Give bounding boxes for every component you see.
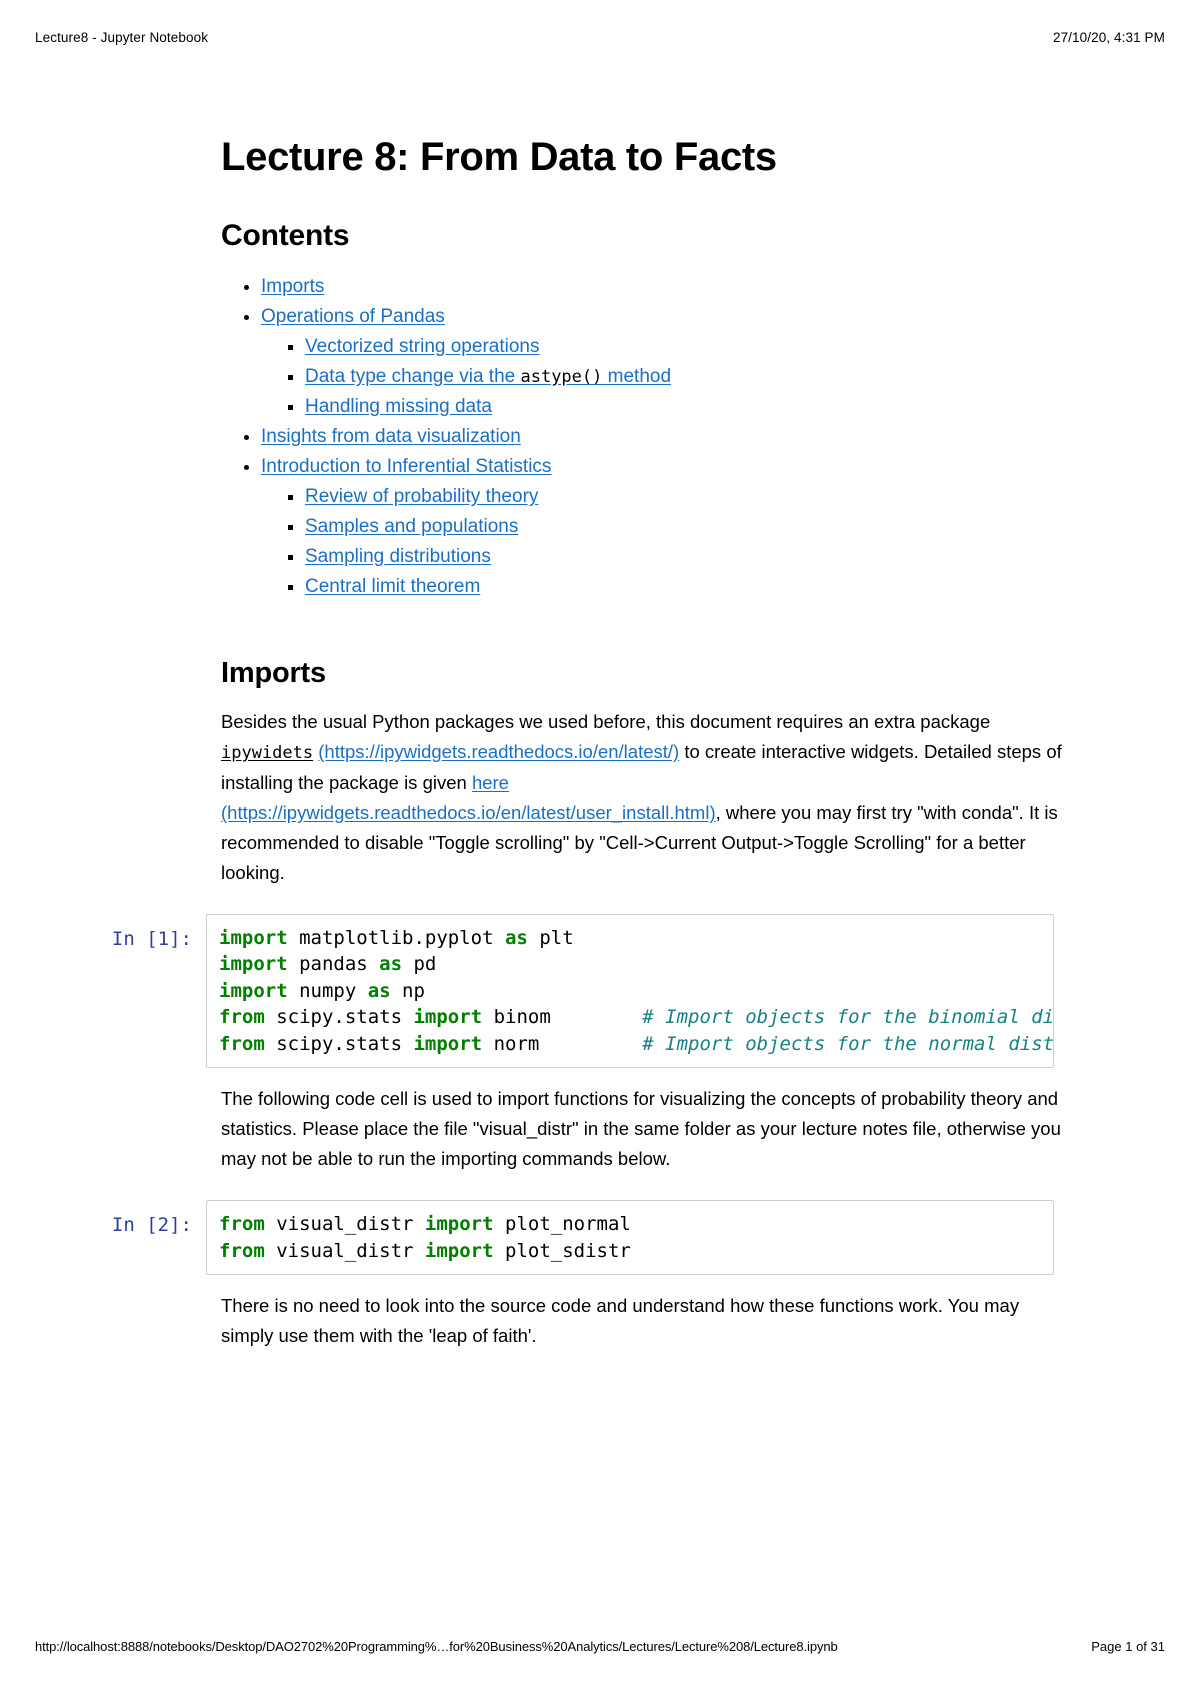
toc-sublist: Review of probability theory Samples and …: [261, 482, 1069, 602]
code-source[interactable]: import matplotlib.pyplot as plt import p…: [219, 925, 1053, 1058]
code-keyword: import: [413, 1032, 483, 1055]
code-text: plot_normal: [493, 1213, 631, 1236]
input-prompt: In [1]:: [111, 927, 192, 950]
contents-heading: Contents: [221, 219, 350, 252]
code-text: plot_sdistr: [493, 1239, 631, 1262]
toc-item: Vectorized string operations: [305, 332, 1069, 362]
toc-link[interactable]: Sampling distributions: [305, 546, 491, 567]
code-keyword: import: [413, 1006, 483, 1029]
code-cell[interactable]: In [2]: from visual_distr import plot_no…: [0, 1200, 1200, 1276]
code-keyword: import: [219, 926, 288, 949]
here-link-url[interactable]: (https://ipywidgets.readthedocs.io/en/la…: [221, 802, 716, 823]
code-cell[interactable]: In [1]: import matplotlib.pyplot as plt …: [0, 913, 1200, 1069]
toc-item: Review of probability theory: [305, 482, 1069, 512]
code-keyword: as: [504, 926, 528, 949]
code-text: scipy.stats: [264, 1032, 414, 1055]
toc-item: Insights from data visualization: [261, 422, 1069, 452]
code-text: norm: [482, 1032, 643, 1055]
code-keyword: from: [219, 1213, 265, 1236]
toc-link[interactable]: Operations of Pandas: [261, 306, 445, 327]
toc-link[interactable]: Review of probability theory: [305, 486, 538, 507]
header-timestamp: 27/10/20, 4:31 PM: [1052, 30, 1165, 45]
toc-item: Central limit theorem: [305, 572, 1069, 602]
toc-label-suffix: method: [602, 366, 672, 387]
code-text: pd: [402, 953, 437, 976]
code-comment: # Import objects for the binomial distri…: [642, 1006, 1053, 1029]
toc-sublist: Vectorized string operations Data type ch…: [261, 332, 1069, 422]
toc-link[interactable]: Insights from data visualization: [261, 426, 521, 447]
code-keyword: as: [367, 979, 391, 1002]
code-text: visual_distr: [264, 1239, 425, 1262]
code-keyword: from: [219, 1032, 265, 1055]
toc-item: Data type change via the astype() method: [305, 362, 1069, 392]
toc-item: Samples and populations: [305, 512, 1069, 542]
toc-item: Imports: [261, 272, 1069, 302]
imports-intro-paragraph: Besides the usual Python packages we use…: [221, 707, 1069, 888]
toc-link[interactable]: Imports: [261, 276, 324, 297]
code-text: plt: [527, 926, 574, 949]
visual-distr-paragraph: The following code cell is used to impor…: [221, 1088, 1061, 1170]
page-footer: http://localhost:8888/notebooks/Desktop/…: [35, 1639, 1165, 1654]
code-keyword: import: [219, 953, 288, 976]
code-text: np: [390, 979, 425, 1002]
toc-item: Handling missing data: [305, 392, 1069, 422]
code-text: binom: [482, 1006, 643, 1029]
inline-code-ipywidets: ipywidets: [221, 742, 314, 763]
code-editor[interactable]: import matplotlib.pyplot as plt import p…: [206, 913, 1054, 1069]
toc-inline-code: astype(): [520, 367, 603, 387]
toc-item: Operations of Pandas Vectorized string op…: [261, 302, 1069, 422]
code-keyword: import: [424, 1213, 494, 1236]
toc-item: Sampling distributions: [305, 542, 1069, 572]
paragraph-text-1: Besides the usual Python packages we use…: [221, 710, 991, 732]
toc-item: Introduction to Inferential Statistics Re…: [261, 452, 1069, 602]
toc-link[interactable]: Vectorized string operations: [305, 336, 539, 357]
code-text: visual_distr: [264, 1213, 425, 1236]
code-source[interactable]: from visual_distr import plot_normal fro…: [219, 1211, 1053, 1264]
leap-of-faith-paragraph: There is no need to look into the source…: [221, 1295, 1020, 1347]
imports-heading: Imports: [221, 657, 326, 689]
ipywidgets-docs-link[interactable]: (https://ipywidgets.readthedocs.io/en/la…: [318, 741, 679, 762]
toc-link[interactable]: Handling missing data: [305, 396, 492, 417]
input-prompt: In [2]:: [111, 1214, 192, 1237]
code-text: pandas: [287, 953, 380, 976]
toc-label-prefix: Data type change via the: [305, 366, 521, 387]
toc-link[interactable]: Introduction to Inferential Statistics: [261, 456, 551, 477]
code-keyword: as: [379, 953, 403, 976]
toc-link[interactable]: Samples and populations: [305, 516, 518, 537]
notebook-body: Lecture 8: From Data to Facts Contents I…: [0, 128, 1200, 1351]
code-text: matplotlib.pyplot: [287, 926, 505, 949]
here-link[interactable]: here: [472, 772, 509, 793]
footer-page-number: Page 1 of 31: [1091, 1639, 1165, 1654]
table-of-contents: Imports Operations of Pandas Vectorized st…: [221, 272, 1069, 602]
toc-link[interactable]: Central limit theorem: [305, 576, 480, 597]
code-text: scipy.stats: [264, 1006, 414, 1029]
code-text: numpy: [287, 979, 368, 1002]
header-document-title: Lecture8 - Jupyter Notebook: [35, 30, 209, 45]
page-header: Lecture8 - Jupyter Notebook 27/10/20, 4:…: [35, 30, 1165, 45]
toc-link[interactable]: Data type change via the astype() method: [305, 366, 671, 387]
code-keyword: from: [219, 1006, 265, 1029]
footer-url: http://localhost:8888/notebooks/Desktop/…: [35, 1639, 838, 1654]
code-keyword: from: [219, 1239, 265, 1262]
page-title: Lecture 8: From Data to Facts: [221, 135, 777, 179]
code-comment: # Import objects for the normal distribu…: [642, 1032, 1053, 1055]
code-keyword: import: [424, 1239, 494, 1262]
code-editor[interactable]: from visual_distr import plot_normal fro…: [206, 1200, 1054, 1276]
code-keyword: import: [219, 979, 288, 1002]
